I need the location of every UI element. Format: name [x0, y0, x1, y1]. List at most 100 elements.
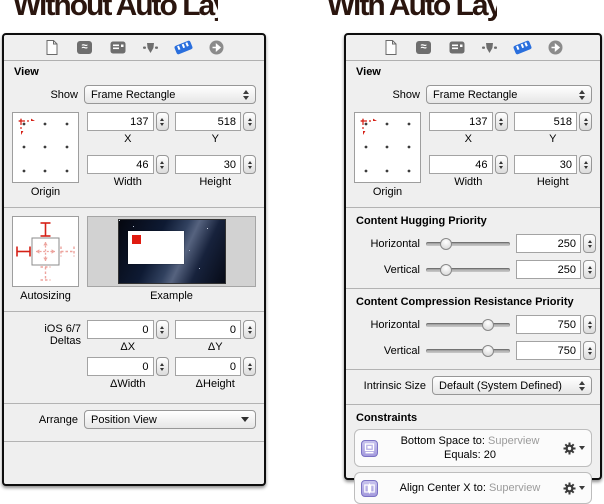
delta-width-field[interactable]: 0 — [87, 357, 154, 376]
content-hugging-title: Content Hugging Priority — [346, 208, 600, 227]
align-center-x-constraint-icon — [361, 480, 378, 497]
popup-arrows-icon — [243, 90, 249, 100]
slider-thumb[interactable] — [440, 238, 452, 250]
y-label: Y — [514, 133, 593, 145]
quick-help-inspector-icon[interactable]: ≈ — [415, 39, 433, 57]
height-stepper[interactable] — [579, 155, 592, 174]
slider-thumb[interactable] — [482, 319, 494, 331]
vertical-space-constraint-icon — [361, 440, 378, 457]
origin-selector[interactable] — [12, 112, 79, 183]
hugging-horizontal-slider[interactable] — [426, 237, 510, 251]
quick-help-inspector-icon[interactable]: ≈ — [76, 39, 94, 57]
show-row: Show Frame Rectangle — [346, 85, 600, 104]
height-field[interactable]: 30 — [175, 155, 242, 174]
autosizing-control[interactable] — [12, 216, 79, 287]
x-stepper[interactable] — [495, 112, 508, 131]
width-stepper[interactable] — [156, 155, 169, 174]
width-label: Width — [87, 176, 169, 188]
size-inspector-panel-without-autolayout: ≈ View Show Frame Rectangle — [2, 33, 266, 486]
caption-without-auto-layout: Without Auto Layout — [13, 0, 218, 27]
show-popup[interactable]: Frame Rectangle — [84, 85, 256, 104]
compression-vertical-slider[interactable] — [426, 344, 510, 358]
inspector-tab-bar: ≈ — [4, 35, 264, 61]
autosizing-label: Autosizing — [20, 290, 71, 302]
delta-height-stepper[interactable] — [243, 357, 256, 376]
popup-arrows-icon — [579, 381, 585, 391]
connections-inspector-icon[interactable] — [208, 39, 226, 57]
origin-selector[interactable] — [354, 112, 421, 183]
delta-width-stepper[interactable] — [156, 357, 169, 376]
y-stepper[interactable] — [243, 112, 256, 131]
delta-y-stepper[interactable] — [243, 320, 256, 339]
delta-y-field[interactable]: 0 — [175, 320, 242, 339]
compression-horizontal-field[interactable]: 750 — [516, 315, 581, 334]
hugging-horizontal-stepper[interactable] — [583, 234, 596, 253]
width-field[interactable]: 46 — [429, 155, 493, 174]
size-inspector-icon[interactable] — [514, 39, 532, 57]
delta-x-field[interactable]: 0 — [87, 320, 154, 339]
x-field[interactable]: 137 — [429, 112, 493, 131]
gear-dropdown-arrow-icon — [579, 486, 585, 490]
width-stepper[interactable] — [495, 155, 508, 174]
x-stepper[interactable] — [156, 112, 169, 131]
inspector-tab-bar: ≈ — [346, 35, 600, 61]
attributes-inspector-icon[interactable] — [142, 39, 160, 57]
constraint-gear-menu[interactable] — [562, 481, 585, 496]
compression-vertical-field[interactable]: 750 — [516, 341, 581, 360]
origin-label: Origin — [373, 186, 402, 198]
show-row: Show Frame Rectangle — [4, 85, 264, 104]
x-field[interactable]: 137 — [87, 112, 154, 131]
delta-x-stepper[interactable] — [156, 320, 169, 339]
x-label: X — [429, 133, 508, 145]
delta-height-field[interactable]: 0 — [175, 357, 242, 376]
identity-inspector-icon[interactable] — [109, 39, 127, 57]
gear-dropdown-arrow-icon — [579, 446, 585, 450]
hugging-vertical-slider[interactable] — [426, 263, 510, 277]
delta-x-label: ΔX — [87, 341, 169, 353]
y-field[interactable]: 518 — [514, 112, 578, 131]
width-label: Width — [429, 176, 508, 188]
size-inspector-icon[interactable] — [175, 39, 193, 57]
y-stepper[interactable] — [579, 112, 592, 131]
vertical-label: Vertical — [354, 264, 420, 276]
compression-horizontal-slider[interactable] — [426, 318, 510, 332]
intrinsic-size-popup[interactable]: Default (System Defined) — [432, 376, 592, 395]
height-label: Height — [175, 176, 257, 188]
show-popup[interactable]: Frame Rectangle — [426, 85, 592, 104]
hugging-horizontal-field[interactable]: 250 — [516, 234, 581, 253]
divider — [346, 369, 600, 370]
slider-thumb[interactable] — [482, 345, 494, 357]
y-field[interactable]: 518 — [175, 112, 242, 131]
constraint-gear-menu[interactable] — [562, 441, 585, 456]
constraint-line1: Align Center X to: Superview — [400, 482, 541, 494]
horizontal-label: Horizontal — [354, 238, 420, 250]
hugging-vertical-stepper[interactable] — [583, 260, 596, 279]
identity-inspector-icon[interactable] — [448, 39, 466, 57]
example-view-rect — [128, 231, 184, 264]
connections-inspector-icon[interactable] — [547, 39, 565, 57]
constraint-item-bottom-space[interactable]: Bottom Space to: Superview Equals: 20 — [354, 429, 592, 467]
attributes-inspector-icon[interactable] — [481, 39, 499, 57]
compression-resistance-title: Content Compression Resistance Priority — [346, 289, 600, 308]
hugging-vertical-field[interactable]: 250 — [516, 260, 581, 279]
file-inspector-icon[interactable] — [382, 39, 400, 57]
pane-title: View — [4, 61, 264, 79]
compression-vertical-row: Vertical 750 — [346, 341, 600, 360]
constraint-item-align-center-x[interactable]: Align Center X to: Superview — [354, 472, 592, 504]
x-label: X — [87, 133, 169, 145]
pane-title: View — [346, 61, 600, 79]
compression-vertical-stepper[interactable] — [583, 341, 596, 360]
height-stepper[interactable] — [243, 155, 256, 174]
slider-thumb[interactable] — [440, 264, 452, 276]
hugging-horizontal-row: Horizontal 250 — [346, 234, 600, 253]
frame-section: Origin 137 X 518 Y 46 — [346, 104, 600, 198]
file-inspector-icon[interactable] — [43, 39, 61, 57]
size-inspector-panel-with-autolayout: ≈ View Show Frame Rectangle — [344, 33, 602, 480]
arrange-pulldown[interactable]: Position View — [84, 410, 256, 429]
width-field[interactable]: 46 — [87, 155, 154, 174]
compression-horizontal-stepper[interactable] — [583, 315, 596, 334]
height-field[interactable]: 30 — [514, 155, 578, 174]
arrange-row: Arrange Position View — [4, 410, 264, 429]
constraint-line1: Bottom Space to: Superview — [401, 435, 540, 447]
show-label: Show — [354, 89, 420, 101]
